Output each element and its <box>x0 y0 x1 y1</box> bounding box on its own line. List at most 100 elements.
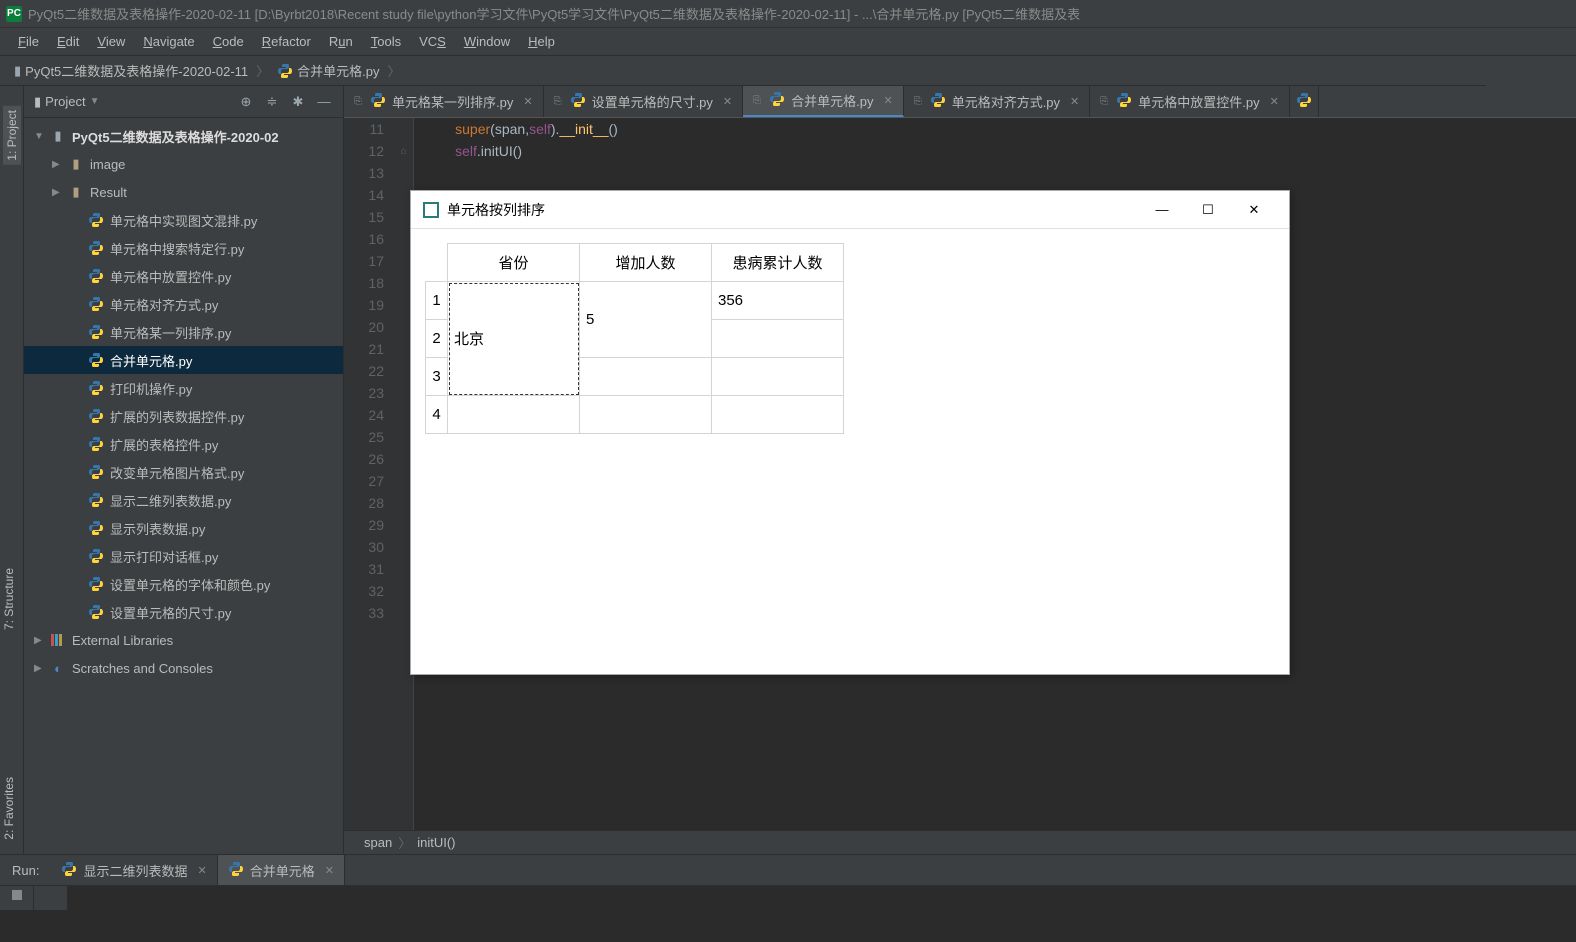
tree-file[interactable]: 合并单元格.py <box>24 346 343 374</box>
close-tab-icon[interactable]: ✕ <box>723 95 732 108</box>
table-cell-total[interactable]: 356 <box>712 282 844 320</box>
qtablewidget[interactable]: 省份 增加人数 患病累计人数 1 北京 5 356 2 3 4 <box>425 243 844 434</box>
close-tab-icon[interactable]: ✕ <box>1270 95 1279 108</box>
tree-scratches[interactable]: ▶ ◐ Scratches and Consoles <box>24 654 343 682</box>
table-cell-province[interactable]: 北京 <box>448 282 580 396</box>
editor-tab[interactable]: ⎘单元格中放置控件.py✕ <box>1090 86 1290 117</box>
breadcrumb-root-label: PyQt5二维数据及表格操作-2020-02-11 <box>25 61 248 80</box>
table-cell-increase[interactable]: 5 <box>580 282 712 358</box>
close-tab-icon[interactable]: ✕ <box>523 95 532 108</box>
tree-file[interactable]: 设置单元格的字体和颜色.py <box>24 570 343 598</box>
tree-folder-image[interactable]: ▶ ▮ image <box>24 150 343 178</box>
tool-tab-project[interactable]: 1: Project <box>3 106 21 165</box>
window-title-bar: PC PyQt5二维数据及表格操作-2020-02-11 [D:\Byrbt20… <box>0 0 1576 28</box>
libraries-icon <box>50 632 66 648</box>
tree-root[interactable]: ▼ ▮ PyQt5二维数据及表格操作-2020-02 <box>24 122 343 150</box>
project-panel-title[interactable]: ▮ Project ▼ <box>34 94 229 110</box>
close-tab-icon[interactable]: ✕ <box>197 864 206 877</box>
maximize-button[interactable]: ☐ <box>1185 195 1231 225</box>
breadcrumb-separator: 〉 <box>398 833 411 852</box>
run-tab[interactable]: 显示二维列表数据✕ <box>51 855 217 885</box>
pyqt-app-window: 单元格按列排序 — ☐ ✕ 省份 增加人数 患病累计人数 1 北京 5 356 … <box>410 190 1290 675</box>
table-row-header-3[interactable]: 3 <box>426 358 448 396</box>
menu-refactor[interactable]: Refactor <box>254 32 319 51</box>
table-cell[interactable] <box>712 358 844 396</box>
table-row-header-1[interactable]: 1 <box>426 282 448 320</box>
tree-file[interactable]: 单元格中放置控件.py <box>24 262 343 290</box>
close-tab-icon[interactable]: ✕ <box>883 94 892 107</box>
pin-icon: ⎘ <box>554 96 562 107</box>
table-header-1[interactable]: 增加人数 <box>580 244 712 282</box>
tree-file[interactable]: 扩展的列表数据控件.py <box>24 402 343 430</box>
table-cell[interactable] <box>712 320 844 358</box>
close-tab-icon[interactable]: ✕ <box>325 864 334 877</box>
navigation-bar: ▮ PyQt5二维数据及表格操作-2020-02-11 〉 合并单元格.py 〉 <box>0 56 1576 86</box>
project-tree: ▼ ▮ PyQt5二维数据及表格操作-2020-02 ▶ ▮ image ▶ ▮… <box>24 118 343 854</box>
menu-tools[interactable]: Tools <box>363 32 409 51</box>
locate-icon[interactable]: ⊕ <box>237 93 255 111</box>
menu-window[interactable]: Window <box>456 32 518 51</box>
menu-code[interactable]: Code <box>205 32 252 51</box>
tree-file[interactable]: 单元格中搜索特定行.py <box>24 234 343 262</box>
tree-file[interactable]: 单元格对齐方式.py <box>24 290 343 318</box>
stop-icon[interactable] <box>9 887 25 903</box>
table-row-header-4[interactable]: 4 <box>426 396 448 434</box>
collapse-icon[interactable]: ≑ <box>263 93 281 111</box>
tool-tab-structure[interactable]: 7: Structure <box>0 560 18 638</box>
tree-file[interactable]: 显示二维列表数据.py <box>24 486 343 514</box>
tree-file[interactable]: 改变单元格图片格式.py <box>24 458 343 486</box>
table-row-header-2[interactable]: 2 <box>426 320 448 358</box>
minimize-button[interactable]: — <box>1139 195 1185 225</box>
tool-tab-favorites[interactable]: 2: Favorites <box>0 769 18 848</box>
tree-file[interactable]: 单元格中实现图文混排.py <box>24 206 343 234</box>
python-file-icon <box>228 861 244 880</box>
breadcrumb-method[interactable]: initUI() <box>417 835 455 850</box>
expand-icon: ▶ <box>34 663 44 674</box>
editor-tab-more[interactable] <box>1290 86 1319 117</box>
menu-edit[interactable]: Edit <box>49 32 87 51</box>
breadcrumb-root[interactable]: ▮ PyQt5二维数据及表格操作-2020-02-11 <box>8 59 254 82</box>
python-file-icon <box>88 268 104 284</box>
app-title-bar[interactable]: 单元格按列排序 — ☐ ✕ <box>411 191 1289 229</box>
tree-file[interactable]: 显示打印对话框.py <box>24 542 343 570</box>
menu-view[interactable]: View <box>89 32 133 51</box>
table-header-2[interactable]: 患病累计人数 <box>712 244 844 282</box>
breadcrumb-class[interactable]: span <box>364 835 392 850</box>
tree-external-libs[interactable]: ▶ External Libraries <box>24 626 343 654</box>
editor-tab[interactable]: ⎘单元格某一列排序.py✕ <box>344 86 544 117</box>
menu-file[interactable]: File <box>10 32 47 51</box>
menu-navigate[interactable]: Navigate <box>135 32 202 51</box>
editor-tab[interactable]: ⎘合并单元格.py✕ <box>743 86 904 117</box>
tree-folder-result[interactable]: ▶ ▮ Result <box>24 178 343 206</box>
window-title-text: PyQt5二维数据及表格操作-2020-02-11 [D:\Byrbt2018\… <box>28 4 1080 23</box>
menu-help[interactable]: Help <box>520 32 563 51</box>
table-corner[interactable] <box>426 244 448 282</box>
hide-icon[interactable]: — <box>315 93 333 111</box>
python-file-icon <box>277 63 293 79</box>
menu-run[interactable]: Run <box>321 32 361 51</box>
app-window-title: 单元格按列排序 <box>447 200 1139 220</box>
table-cell[interactable] <box>712 396 844 434</box>
tree-file[interactable]: 扩展的表格控件.py <box>24 430 343 458</box>
python-file-icon <box>769 91 785 110</box>
table-cell[interactable] <box>448 396 580 434</box>
breadcrumb-file[interactable]: 合并单元格.py <box>271 59 385 82</box>
close-tab-icon[interactable]: ✕ <box>1070 95 1079 108</box>
close-button[interactable]: ✕ <box>1231 195 1277 225</box>
table-header-0[interactable]: 省份 <box>448 244 580 282</box>
pin-icon: ⎘ <box>753 95 761 106</box>
python-file-icon <box>88 408 104 424</box>
run-tab[interactable]: 合并单元格✕ <box>218 855 345 885</box>
editor-tab[interactable]: ⎘单元格对齐方式.py✕ <box>904 86 1091 117</box>
settings-icon[interactable]: ✱ <box>289 93 307 111</box>
python-file-icon <box>570 92 586 111</box>
editor-tab[interactable]: ⎘设置单元格的尺寸.py✕ <box>544 86 744 117</box>
table-cell[interactable] <box>580 396 712 434</box>
python-file-icon <box>88 240 104 256</box>
tree-file[interactable]: 设置单元格的尺寸.py <box>24 598 343 626</box>
tree-file[interactable]: 打印机操作.py <box>24 374 343 402</box>
table-cell[interactable] <box>580 358 712 396</box>
menu-vcs[interactable]: VCS <box>411 32 454 51</box>
tree-file[interactable]: 显示列表数据.py <box>24 514 343 542</box>
tree-file[interactable]: 单元格某一列排序.py <box>24 318 343 346</box>
